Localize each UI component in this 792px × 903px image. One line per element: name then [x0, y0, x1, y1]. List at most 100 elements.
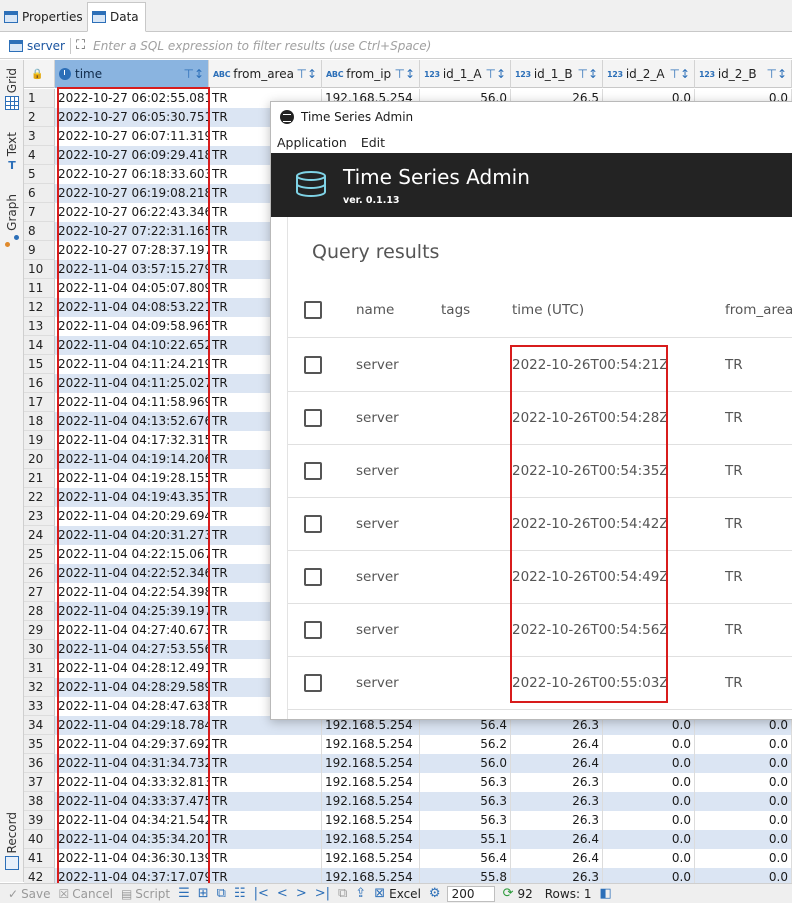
edit-row-icon[interactable]: ☰ — [178, 886, 190, 901]
refresh-icon[interactable]: ⟳ — [503, 886, 514, 901]
sidebar-tab-graph[interactable]: Graph — [2, 194, 22, 248]
next-page-icon[interactable]: > — [296, 886, 307, 901]
tab-properties[interactable]: Properties — [0, 2, 89, 32]
export-icon[interactable]: ⇪ — [355, 886, 366, 901]
id-1-b-cell[interactable]: 26.3 — [511, 792, 603, 811]
fetch-size-input[interactable]: 200 — [446, 885, 495, 902]
time-cell[interactable]: 2022-11-04 04:09:58.965 — [55, 317, 209, 336]
id-1-a-cell[interactable]: 56.3 — [420, 792, 511, 811]
from-ip-cell[interactable]: 192.168.5.254 — [322, 792, 420, 811]
id-1-b-cell[interactable]: 26.4 — [511, 735, 603, 754]
from-area-cell[interactable]: TR — [209, 811, 322, 830]
result-row[interactable]: server 2022-10-26T00:54:56Z TR — [288, 604, 792, 657]
row-checkbox[interactable] — [304, 462, 322, 480]
id-2-b-cell[interactable]: 0.0 — [695, 773, 792, 792]
row-number-cell[interactable]: 31 — [24, 659, 55, 678]
time-cell[interactable]: 2022-11-04 04:34:21.542 — [55, 811, 209, 830]
row-number-cell[interactable]: 34 — [24, 716, 55, 735]
table-row[interactable]: 40 2022-11-04 04:35:34.201 TR 192.168.5.254… — [24, 830, 792, 849]
time-cell[interactable]: 2022-11-04 04:29:18.784 — [55, 716, 209, 735]
time-cell[interactable]: 2022-11-04 04:29:37.692 — [55, 735, 209, 754]
time-cell[interactable]: 2022-11-04 04:19:14.206 — [55, 450, 209, 469]
row-checkbox[interactable] — [304, 409, 322, 427]
row-number-cell[interactable]: 29 — [24, 621, 55, 640]
sidebar-tab-grid[interactable]: Grid — [2, 68, 22, 111]
time-cell[interactable]: 2022-11-04 04:33:37.475 — [55, 792, 209, 811]
row-number-cell[interactable]: 17 — [24, 393, 55, 412]
time-cell[interactable]: 2022-11-04 04:25:39.197 — [55, 602, 209, 621]
row-number-cell[interactable]: 32 — [24, 678, 55, 697]
time-cell[interactable]: 2022-10-27 06:07:11.319 — [55, 127, 209, 146]
excel-icon[interactable]: ⊠ — [374, 886, 385, 901]
column-header-from-area[interactable]: from_area — [725, 282, 792, 338]
time-cell[interactable]: 2022-11-04 04:10:22.652 — [55, 336, 209, 355]
from-area-cell[interactable]: TR — [209, 754, 322, 773]
row-number-cell[interactable]: 33 — [24, 697, 55, 716]
id-2-a-cell[interactable]: 0.0 — [603, 830, 695, 849]
time-cell[interactable]: 2022-10-27 06:09:29.418 — [55, 146, 209, 165]
id-2-b-cell[interactable]: 0.0 — [695, 792, 792, 811]
copy-row-icon[interactable]: ⧉ — [217, 886, 226, 901]
row-number-cell[interactable]: 30 — [24, 640, 55, 659]
filter-sort-icon[interactable]: ⊤↕ — [669, 67, 690, 81]
id-2-a-cell[interactable]: 0.0 — [603, 811, 695, 830]
id-2-a-cell[interactable]: 0.0 — [603, 849, 695, 868]
id-1-a-cell[interactable]: 56.3 — [420, 811, 511, 830]
time-cell[interactable]: 2022-10-27 06:05:30.751 — [55, 108, 209, 127]
time-cell[interactable]: 2022-10-27 06:22:43.346 — [55, 203, 209, 222]
filter-input[interactable] — [91, 37, 732, 54]
from-ip-cell[interactable]: 192.168.5.254 — [322, 773, 420, 792]
id-1-a-cell[interactable]: 56.0 — [420, 754, 511, 773]
row-number-cell[interactable]: 4 — [24, 146, 55, 165]
table-row[interactable]: 38 2022-11-04 04:33:37.475 TR 192.168.5.254… — [24, 792, 792, 811]
id-1-b-cell[interactable]: 26.4 — [511, 849, 603, 868]
time-cell[interactable]: 2022-10-27 07:22:31.165 — [55, 222, 209, 241]
expand-icon[interactable]: ⛶ — [76, 38, 85, 53]
previous-page-icon[interactable]: < — [277, 886, 288, 901]
sidebar-tab-text[interactable]: Text T — [2, 132, 22, 173]
from-ip-cell[interactable]: 192.168.5.254 — [322, 811, 420, 830]
column-header-name[interactable]: name — [356, 282, 394, 338]
row-number-cell[interactable]: 37 — [24, 773, 55, 792]
table-row[interactable]: 41 2022-11-04 04:36:30.139 TR 192.168.5.254… — [24, 849, 792, 868]
result-row[interactable]: server 2022-10-26T00:54:21Z TR — [288, 339, 792, 392]
filter-sort-icon[interactable]: ⊤↕ — [577, 67, 598, 81]
id-1-b-cell[interactable]: 26.3 — [511, 811, 603, 830]
result-row[interactable]: server 2022-10-26T00:54:49Z TR — [288, 551, 792, 604]
time-cell[interactable]: 2022-11-04 04:05:07.809 — [55, 279, 209, 298]
row-number-cell[interactable]: 1 — [24, 89, 55, 108]
id-2-a-cell[interactable]: 0.0 — [603, 735, 695, 754]
id-2-a-cell[interactable]: 0.0 — [603, 792, 695, 811]
time-cell[interactable]: 2022-11-04 04:20:31.273 — [55, 526, 209, 545]
time-cell[interactable]: 2022-11-04 04:20:29.694 — [55, 507, 209, 526]
column-header-id-2-b[interactable]: 123 id_2_B ⊤↕ — [695, 60, 792, 88]
row-number-cell[interactable]: 8 — [24, 222, 55, 241]
row-number-cell[interactable]: 35 — [24, 735, 55, 754]
add-row-icon[interactable]: ⊞ — [198, 886, 209, 901]
time-cell[interactable]: 2022-11-04 04:27:53.556 — [55, 640, 209, 659]
script-button[interactable]: ▤ Script — [121, 887, 170, 901]
menu-application[interactable]: Application — [277, 135, 347, 150]
time-cell[interactable]: 2022-11-04 04:22:15.067 — [55, 545, 209, 564]
time-cell[interactable]: 2022-11-04 04:27:40.673 — [55, 621, 209, 640]
time-cell[interactable]: 2022-11-04 04:13:52.676 — [55, 412, 209, 431]
time-cell[interactable]: 2022-11-04 04:19:28.155 — [55, 469, 209, 488]
time-cell[interactable]: 2022-11-04 04:08:53.221 — [55, 298, 209, 317]
row-number-cell[interactable]: 27 — [24, 583, 55, 602]
time-cell[interactable]: 2022-11-04 04:22:54.398 — [55, 583, 209, 602]
time-cell[interactable]: 2022-10-27 06:19:08.218 — [55, 184, 209, 203]
from-ip-cell[interactable]: 192.168.5.254 — [322, 849, 420, 868]
time-cell[interactable]: 2022-11-04 04:17:32.315 — [55, 431, 209, 450]
row-number-cell[interactable]: 39 — [24, 811, 55, 830]
row-number-cell[interactable]: 25 — [24, 545, 55, 564]
row-number-cell[interactable]: 10 — [24, 260, 55, 279]
row-number-cell[interactable]: 28 — [24, 602, 55, 621]
time-cell[interactable]: 2022-11-04 04:28:12.491 — [55, 659, 209, 678]
id-1-a-cell[interactable]: 56.3 — [420, 773, 511, 792]
column-header-id-1-a[interactable]: 123 id_1_A ⊤↕ — [420, 60, 511, 88]
settings-gear-icon[interactable]: ⚙ — [429, 886, 441, 901]
column-header-id-1-b[interactable]: 123 id_1_B ⊤↕ — [511, 60, 603, 88]
row-number-cell[interactable]: 19 — [24, 431, 55, 450]
from-area-cell[interactable]: TR — [209, 849, 322, 868]
filter-sort-icon[interactable]: ⊤↕ — [394, 67, 415, 81]
